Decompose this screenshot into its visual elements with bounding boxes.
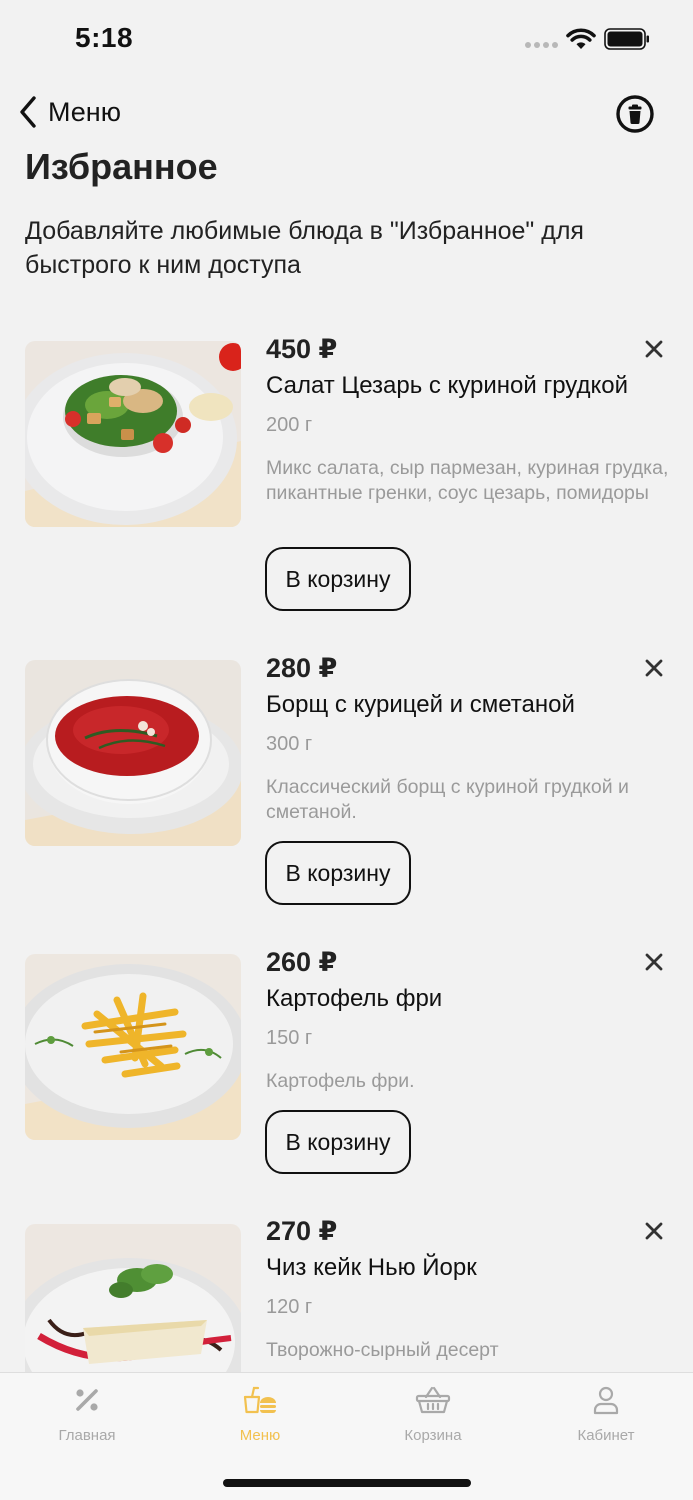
- tab-label: Кабинет: [577, 1427, 635, 1444]
- tab-account[interactable]: Кабинет: [536, 1385, 676, 1444]
- item-name: Картофель фри: [266, 985, 443, 1012]
- close-icon[interactable]: [643, 951, 665, 973]
- item-weight: 120 г: [266, 1296, 313, 1318]
- add-to-cart-button[interactable]: В корзину: [265, 547, 411, 611]
- dish-image-caesar-salad[interactable]: [25, 341, 241, 527]
- tab-label: Корзина: [404, 1427, 462, 1444]
- back-button[interactable]: Меню: [18, 92, 121, 132]
- dish-image-french-fries[interactable]: [25, 954, 241, 1140]
- item-name: Чиз кейк Нью Йорк: [266, 1254, 477, 1281]
- add-to-cart-button[interactable]: В корзину: [265, 1110, 411, 1174]
- item-weight: 150 г: [266, 1027, 313, 1049]
- tab-cart[interactable]: Корзина: [363, 1385, 503, 1444]
- dish-image-borscht[interactable]: [25, 660, 241, 846]
- user-icon: [593, 1386, 619, 1415]
- item-price: 270 ₽: [266, 1216, 338, 1246]
- item-price: 280 ₽: [266, 653, 338, 683]
- item-price: 450 ₽: [266, 334, 338, 364]
- chevron-left-icon: [20, 96, 36, 128]
- basket-icon: [415, 1386, 451, 1414]
- item-description: Классический борщ с куриной грудкой и см…: [266, 776, 629, 823]
- tab-label: Меню: [239, 1427, 281, 1444]
- item-name: Борщ с курицей и сметаной: [266, 691, 575, 718]
- cellular-signal-icon: [525, 42, 558, 48]
- dish-image-cheesecake[interactable]: [25, 1224, 241, 1372]
- menu-burger-icon: [243, 1386, 276, 1414]
- page-title: Избранное: [25, 146, 218, 187]
- item-weight: 300 г: [266, 733, 313, 755]
- item-price: 260 ₽: [266, 947, 338, 977]
- status-time: 5:18: [75, 22, 134, 53]
- wifi-icon: [566, 28, 596, 49]
- discount-icon: [76, 1389, 98, 1411]
- trash-icon: [616, 95, 654, 133]
- item-weight: 200 г: [266, 414, 313, 436]
- item-description: Творожно-сырный десерт: [266, 1339, 499, 1361]
- tab-label: Главная: [58, 1427, 116, 1444]
- item-description: Микс салата, сыр пармезан, куриная грудк…: [266, 457, 669, 504]
- item-name: Салат Цезарь с куриной грудкой: [266, 372, 629, 399]
- battery-icon: [604, 28, 649, 50]
- page-subtitle: Добавляйте любимые блюда в "Избранное" д…: [25, 217, 584, 279]
- home-indicator: [223, 1479, 471, 1487]
- tab-menu[interactable]: Меню: [190, 1385, 330, 1444]
- item-description: Картофель фри.: [266, 1070, 415, 1092]
- close-icon[interactable]: [643, 1220, 665, 1242]
- tab-home[interactable]: Главная: [17, 1385, 157, 1444]
- close-icon[interactable]: [643, 338, 665, 360]
- status-bar: 5:18: [0, 0, 693, 80]
- close-icon[interactable]: [643, 657, 665, 679]
- add-to-cart-button[interactable]: В корзину: [265, 841, 411, 905]
- back-label: Меню: [48, 96, 121, 127]
- clear-favorites-button[interactable]: [615, 94, 655, 134]
